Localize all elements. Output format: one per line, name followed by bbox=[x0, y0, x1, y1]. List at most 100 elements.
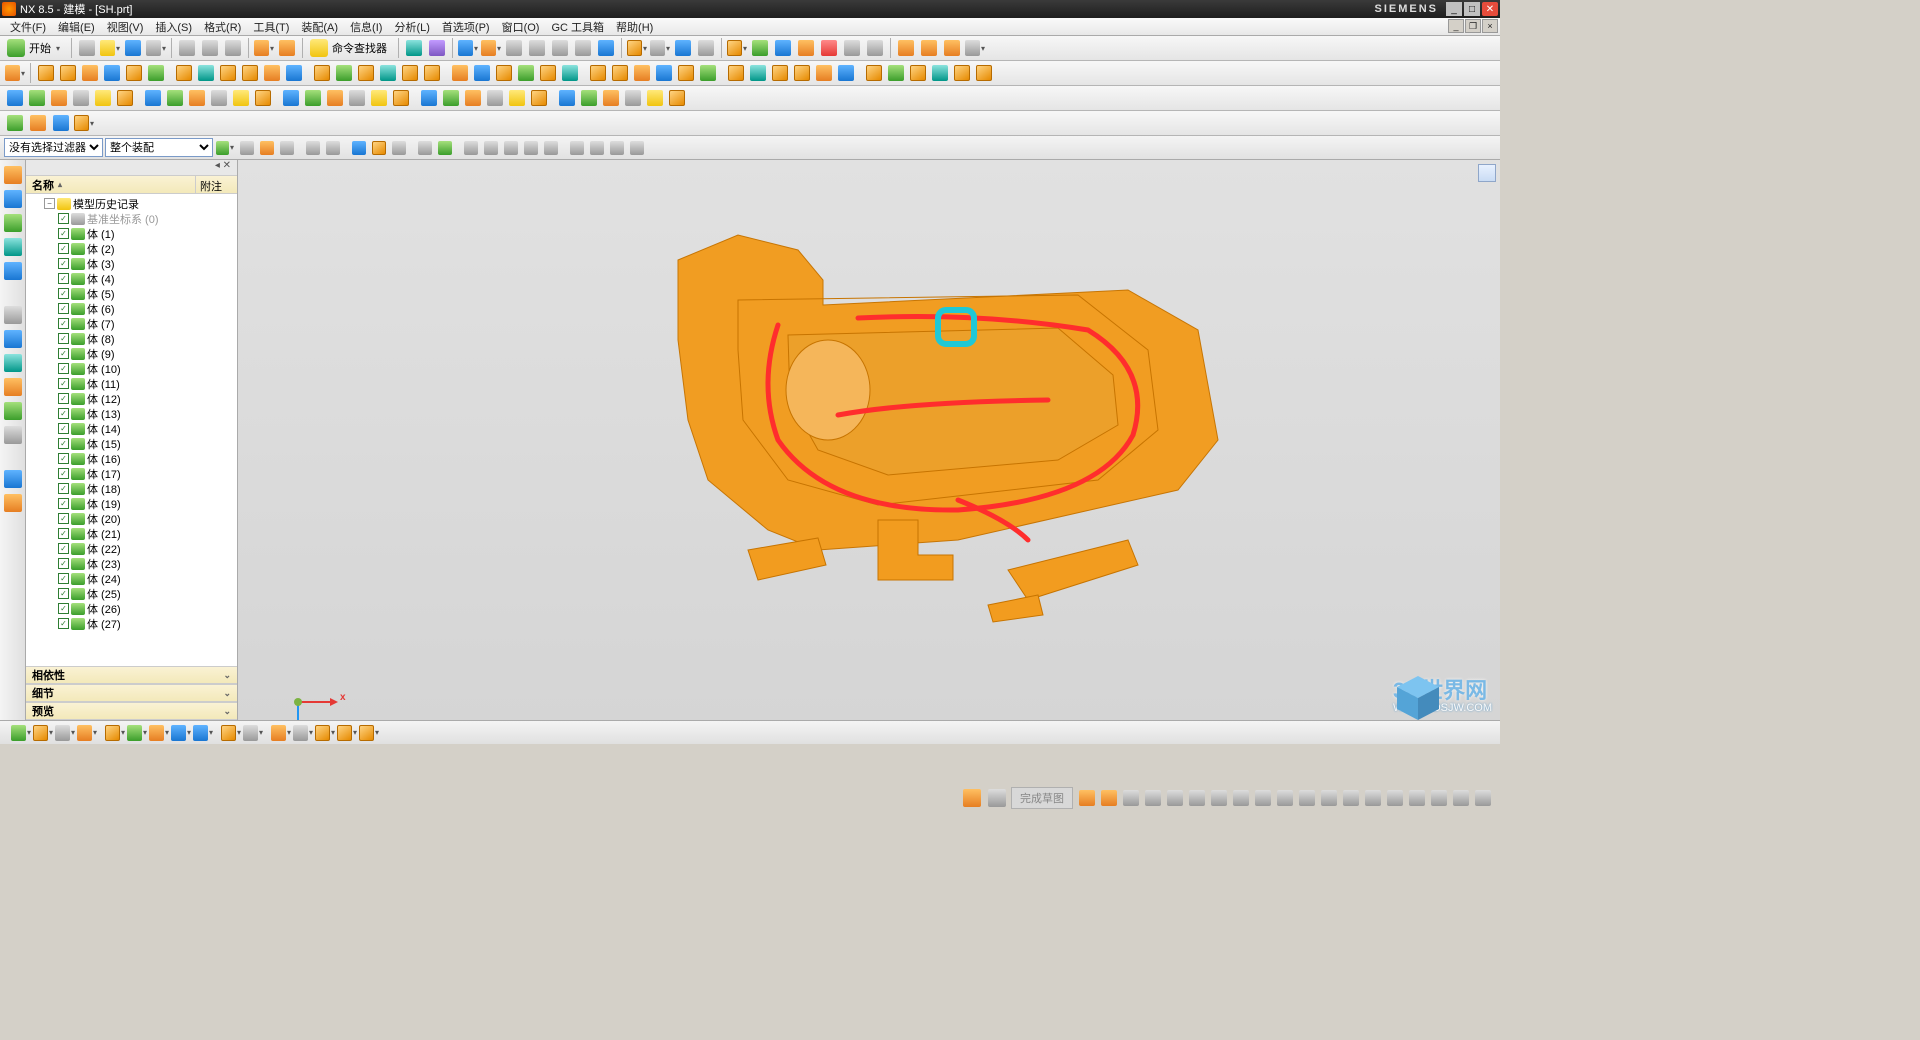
sketch-tool-9[interactable] bbox=[1252, 787, 1274, 809]
tree-scroll[interactable]: −模型历史记录✓基准坐标系 (0)✓体 (1)✓体 (2)✓体 (3)✓体 (4… bbox=[26, 194, 237, 666]
edit-button-8[interactable] bbox=[164, 87, 186, 109]
extra-tab-1[interactable] bbox=[4, 470, 22, 488]
feature-button-11[interactable] bbox=[261, 62, 283, 84]
extra-tab-2[interactable] bbox=[4, 494, 22, 512]
feature-button-36[interactable] bbox=[835, 62, 857, 84]
edit-button-25[interactable] bbox=[556, 87, 578, 109]
analyze-button[interactable] bbox=[964, 37, 986, 59]
feature-button-2[interactable] bbox=[57, 62, 79, 84]
section-deps[interactable]: 相依性⌄ bbox=[26, 666, 237, 684]
checkbox-icon[interactable]: ✓ bbox=[58, 558, 69, 569]
rotate-button[interactable] bbox=[572, 37, 594, 59]
cut-button[interactable] bbox=[176, 37, 198, 59]
feature-button-14[interactable] bbox=[333, 62, 355, 84]
sketch-tool-1[interactable] bbox=[1076, 787, 1098, 809]
tree-row[interactable]: ✓体 (17) bbox=[28, 466, 237, 481]
seethru-button[interactable] bbox=[672, 37, 694, 59]
tree-row[interactable]: ✓基准坐标系 (0) bbox=[28, 211, 237, 226]
sketch-tool-14[interactable] bbox=[1362, 787, 1384, 809]
edit-button-7[interactable] bbox=[142, 87, 164, 109]
feature-button-40[interactable] bbox=[929, 62, 951, 84]
layer-button[interactable] bbox=[726, 37, 748, 59]
tree-row[interactable]: ✓体 (27) bbox=[28, 616, 237, 631]
feature-button-42[interactable] bbox=[973, 62, 995, 84]
perspective-button[interactable] bbox=[595, 37, 617, 59]
sync-4[interactable] bbox=[73, 112, 95, 134]
feature-button-35[interactable] bbox=[813, 62, 835, 84]
sketch-tool-18[interactable] bbox=[1450, 787, 1472, 809]
save-button[interactable] bbox=[122, 37, 144, 59]
checkbox-icon[interactable]: ✓ bbox=[58, 348, 69, 359]
sync-2[interactable] bbox=[27, 112, 49, 134]
feature-button-17[interactable] bbox=[399, 62, 421, 84]
sel-tool-13[interactable] bbox=[481, 138, 501, 158]
menu-view[interactable]: 视图(V) bbox=[101, 19, 150, 35]
edit-button-18[interactable] bbox=[390, 87, 412, 109]
tree-row[interactable]: ✓体 (22) bbox=[28, 541, 237, 556]
sel-tool-15[interactable] bbox=[521, 138, 541, 158]
edit-button-9[interactable] bbox=[186, 87, 208, 109]
command-finder-button[interactable]: 命令查找器 bbox=[307, 38, 394, 58]
touch-button[interactable] bbox=[403, 37, 425, 59]
help-icon-button[interactable] bbox=[426, 37, 448, 59]
edit-button-13[interactable] bbox=[280, 87, 302, 109]
edit-button-17[interactable] bbox=[368, 87, 390, 109]
copy-button[interactable] bbox=[199, 37, 221, 59]
checkbox-icon[interactable]: ✓ bbox=[58, 618, 69, 629]
feature-button-4[interactable] bbox=[101, 62, 123, 84]
sketch-flag-icon[interactable] bbox=[961, 787, 983, 809]
bottom-button-13[interactable] bbox=[292, 722, 314, 744]
measure-angle-button[interactable] bbox=[918, 37, 940, 59]
tree-row[interactable]: ✓体 (2) bbox=[28, 241, 237, 256]
sketch-tool-2[interactable] bbox=[1098, 787, 1120, 809]
sketch-exit-icon[interactable] bbox=[986, 787, 1008, 809]
sketch-tool-4[interactable] bbox=[1142, 787, 1164, 809]
expand-icon[interactable]: − bbox=[44, 198, 55, 209]
bottom-button-4[interactable] bbox=[76, 722, 98, 744]
render-style-button[interactable] bbox=[626, 37, 648, 59]
bottom-button-8[interactable] bbox=[170, 722, 192, 744]
feature-button-3[interactable] bbox=[79, 62, 101, 84]
sketch-tool-6[interactable] bbox=[1186, 787, 1208, 809]
feature-button-32[interactable] bbox=[747, 62, 769, 84]
sel-tool-8[interactable] bbox=[369, 138, 389, 158]
tree-row[interactable]: ✓体 (4) bbox=[28, 271, 237, 286]
edit-button-24[interactable] bbox=[528, 87, 550, 109]
feature-button-28[interactable] bbox=[653, 62, 675, 84]
feature-button-20[interactable] bbox=[471, 62, 493, 84]
measure-body-button[interactable] bbox=[941, 37, 963, 59]
sel-tool-12[interactable] bbox=[461, 138, 481, 158]
constraint-navigator-tab[interactable] bbox=[4, 214, 22, 232]
bottom-button-16[interactable] bbox=[358, 722, 380, 744]
paste-button[interactable] bbox=[222, 37, 244, 59]
sketch-tool-5[interactable] bbox=[1164, 787, 1186, 809]
checkbox-icon[interactable]: ✓ bbox=[58, 318, 69, 329]
feature-button-13[interactable] bbox=[311, 62, 333, 84]
menu-tools[interactable]: 工具(T) bbox=[247, 19, 295, 35]
checkbox-icon[interactable]: ✓ bbox=[58, 603, 69, 614]
tree-row[interactable]: ✓体 (12) bbox=[28, 391, 237, 406]
sync-1[interactable] bbox=[4, 112, 26, 134]
bottom-button-1[interactable] bbox=[10, 722, 32, 744]
menu-assembly[interactable]: 装配(A) bbox=[295, 19, 344, 35]
feature-button-9[interactable] bbox=[217, 62, 239, 84]
menu-help[interactable]: 帮助(H) bbox=[610, 19, 659, 35]
hide-button[interactable] bbox=[864, 37, 886, 59]
tree-row[interactable]: ✓体 (23) bbox=[28, 556, 237, 571]
feature-button-22[interactable] bbox=[515, 62, 537, 84]
tree-row[interactable]: ✓体 (19) bbox=[28, 496, 237, 511]
measure-dist-button[interactable] bbox=[895, 37, 917, 59]
history-tab[interactable] bbox=[4, 306, 22, 324]
sketch-tool-12[interactable] bbox=[1318, 787, 1340, 809]
feature-button-16[interactable] bbox=[377, 62, 399, 84]
tree-row[interactable]: ✓体 (1) bbox=[28, 226, 237, 241]
checkbox-icon[interactable]: ✓ bbox=[58, 588, 69, 599]
sel-tool-7[interactable] bbox=[349, 138, 369, 158]
sel-tool-6[interactable] bbox=[323, 138, 343, 158]
checkbox-icon[interactable]: ✓ bbox=[58, 423, 69, 434]
checkbox-icon[interactable]: ✓ bbox=[58, 228, 69, 239]
scene-tab[interactable] bbox=[4, 426, 22, 444]
bottom-button-9[interactable] bbox=[192, 722, 214, 744]
tree-row[interactable]: −模型历史记录 bbox=[28, 196, 237, 211]
part-navigator-tab[interactable] bbox=[4, 166, 22, 184]
